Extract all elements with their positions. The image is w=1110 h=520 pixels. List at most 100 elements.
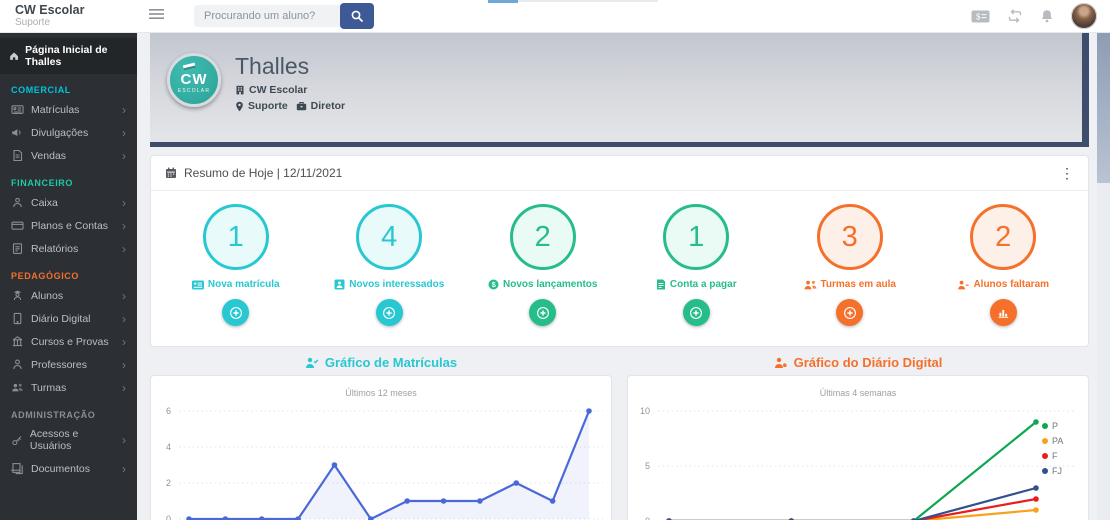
profile-info: Thalles CW Escolar Suporte Diretor [235, 53, 345, 142]
page-scrollbar[interactable] [1097, 33, 1110, 520]
user-avatar[interactable] [1071, 3, 1097, 29]
hamburger-menu-icon[interactable] [145, 3, 168, 29]
daily-summary-header: Resumo de Hoje | 12/11/2021 ⋮ [151, 156, 1088, 191]
sidebar-item-label: Planos e Contas [31, 219, 109, 232]
repeat-icon[interactable] [1007, 9, 1023, 23]
add-interessado-button[interactable] [375, 299, 403, 326]
stat-label: Novos lançamentos [503, 279, 598, 290]
stat-novos-lancamentos: 2 $ Novos lançamentos [466, 204, 620, 326]
svg-text:P: P [1052, 421, 1058, 431]
add-matricula-button[interactable] [222, 299, 250, 326]
stat-label: Alunos faltaram [973, 279, 1050, 290]
receipt-icon [13, 149, 23, 162]
chevron-right-icon: › [122, 311, 126, 326]
sidebar-item-diario-digital[interactable]: Diário Digital › [0, 307, 137, 330]
topbar: CW Escolar Suporte $ [0, 0, 1110, 33]
chart-title-text: Gráfico do Diário Digital [793, 355, 943, 370]
stat-label: Conta a pagar [669, 279, 737, 290]
chevron-right-icon: › [122, 288, 126, 303]
sidebar-section-comercial: COMERCIAL [11, 85, 71, 95]
profile-unit: Suporte [248, 100, 288, 112]
sidebar-item-label: Turmas [31, 381, 67, 394]
tablet-icon [13, 312, 22, 325]
main-content: CW ESCOLAR Thalles CW Escolar Suporte Di… [137, 33, 1097, 520]
invoice-icon [656, 279, 665, 290]
sidebar-item-vendas[interactable]: Vendas › [0, 144, 137, 167]
brand-name: CW Escolar [15, 2, 85, 17]
sidebar-item-professores[interactable]: Professores › [0, 353, 137, 376]
sidebar-item-home[interactable]: Página Inicial de Thalles [0, 38, 137, 74]
person-badge-icon [334, 279, 345, 290]
stat-label-row: Nova matrícula [191, 279, 280, 290]
graduation-cap-icon [182, 62, 196, 69]
sidebar-item-matriculas[interactable]: Matrículas › [0, 98, 137, 121]
stat-value: 4 [356, 204, 423, 270]
add-lancamento-button[interactable] [529, 299, 557, 326]
student-icon [13, 290, 22, 301]
sidebar-section-pedagogico: PEDAGÓGICO [11, 271, 80, 281]
svg-text:0: 0 [166, 514, 171, 520]
school-logo: CW ESCOLAR [167, 53, 221, 107]
sidebar-item-alunos[interactable]: Alunos › [0, 284, 137, 307]
search-button[interactable] [340, 3, 374, 29]
stat-alunos-faltaram: 2 Alunos faltaram [927, 204, 1081, 326]
chevron-right-icon: › [122, 148, 126, 163]
search-input[interactable] [194, 5, 342, 27]
scrollbar-thumb[interactable] [1097, 33, 1110, 183]
people-icon [12, 383, 23, 392]
sidebar: Página Inicial de Thalles COMERCIAL Matr… [0, 33, 137, 520]
chevron-right-icon: › [122, 241, 126, 256]
stat-value: 1 [663, 204, 730, 270]
stat-novos-interessados: 4 Novos interessados [313, 204, 467, 326]
stat-label-row: Alunos faltaram [957, 279, 1049, 290]
sidebar-section-administracao: ADMINISTRAÇÃO [11, 410, 96, 420]
sidebar-item-caixa[interactable]: Caixa › [0, 191, 137, 214]
bell-icon[interactable] [1040, 9, 1054, 24]
stats-row: 1 Nova matrícula 4 Novos interessados 2 … [151, 191, 1088, 346]
chevron-right-icon: › [122, 125, 126, 140]
kebab-menu-icon[interactable]: ⋮ [1060, 166, 1074, 180]
plus-circle-icon [383, 306, 396, 319]
svg-text:10: 10 [640, 406, 650, 416]
money-icon[interactable]: $ [971, 10, 990, 23]
sidebar-item-label: Diário Digital [31, 312, 91, 325]
sidebar-item-label: Matrículas [31, 103, 80, 116]
faltas-chart-button[interactable] [989, 299, 1017, 326]
sidebar-item-acessos-e-usuarios[interactable]: Acessos e Usuários › [0, 423, 137, 457]
sidebar-item-cursos-e-provas[interactable]: Cursos e Provas › [0, 330, 137, 353]
building-icon [236, 85, 244, 95]
location-pin-icon [236, 101, 243, 111]
sidebar-home-label: Página Inicial de Thalles [25, 44, 108, 68]
stat-label-row: Conta a pagar [656, 279, 737, 290]
megaphone-icon [12, 129, 21, 136]
bank-icon [12, 336, 23, 347]
profile-banner: CW ESCOLAR Thalles CW Escolar Suporte Di… [150, 33, 1089, 147]
person-absent-icon [958, 280, 970, 289]
sidebar-item-divulgacoes[interactable]: Divulgações › [0, 121, 137, 144]
sidebar-item-relatorios[interactable]: Relatórios › [0, 237, 137, 260]
add-conta-button[interactable] [682, 299, 710, 326]
topbar-actions: $ [971, 3, 1110, 29]
person-dot-icon [774, 357, 787, 368]
add-turma-button[interactable] [836, 299, 864, 326]
sidebar-item-label: Alunos [31, 289, 64, 302]
daily-summary-card: Resumo de Hoje | 12/11/2021 ⋮ 1 Nova mat… [150, 155, 1089, 347]
sidebar-item-label: Relatórios [31, 242, 79, 255]
bar-chart-icon [998, 310, 1008, 318]
matriculas-line-chart: 0 2 4 6 [166, 406, 603, 520]
documents-icon [11, 463, 23, 475]
chevron-right-icon: › [122, 461, 126, 476]
key-icon [12, 435, 22, 445]
matriculas-chart-card: Últimos 12 meses 0246 [150, 375, 612, 520]
stat-label: Novos interessados [349, 279, 445, 290]
student-search [194, 3, 374, 29]
charts-row: Últimos 12 meses 0246 Últimas 4 semanas … [150, 375, 1089, 520]
svg-text:$: $ [976, 12, 981, 21]
brand: CW Escolar Suporte [0, 2, 137, 29]
report-icon [12, 243, 23, 254]
profile-unit-role-row: Suporte Diretor [235, 100, 345, 112]
sidebar-item-planos-e-contas[interactable]: Planos e Contas › [0, 214, 137, 237]
chevron-right-icon: › [122, 102, 126, 117]
sidebar-item-documentos[interactable]: Documentos › [0, 457, 137, 480]
sidebar-item-turmas[interactable]: Turmas › [0, 376, 137, 399]
